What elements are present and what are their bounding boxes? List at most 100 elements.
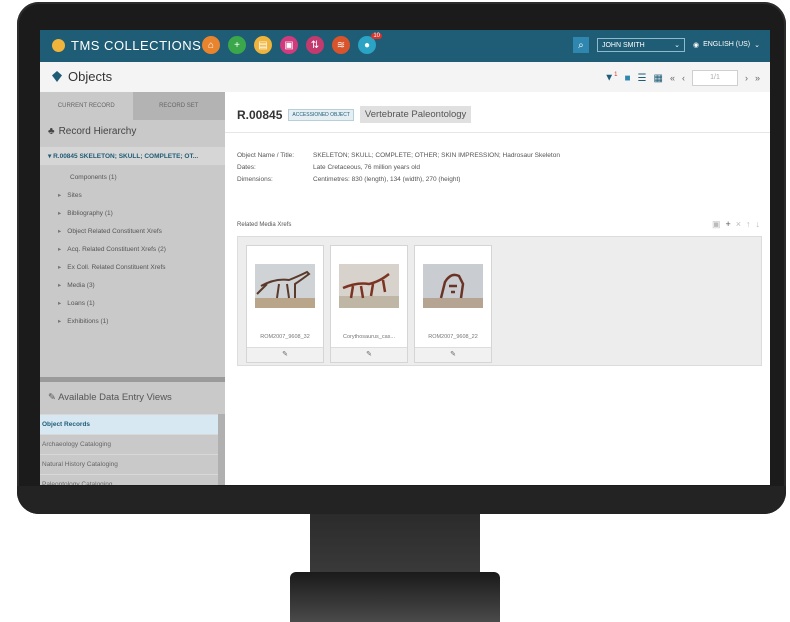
transfer-icon[interactable]: ⇅ xyxy=(306,36,324,54)
objects-module-icon[interactable]: ▤ xyxy=(254,36,272,54)
hierarchy-item-components[interactable]: Components (1) xyxy=(40,169,225,186)
hierarchy-item-acq-constituents[interactable]: ▸ Acq. Related Constituent Xrefs (2) xyxy=(40,240,225,258)
tab-current-record[interactable]: CURRENT RECORD xyxy=(40,92,133,120)
views-scrollbar[interactable] xyxy=(218,414,225,485)
hierarchy-item-bibliography[interactable]: ▸ Bibliography (1) xyxy=(40,204,225,222)
sidebar-tabs: CURRENT RECORD RECORD SET xyxy=(40,92,225,120)
hierarchy-item-label: Bibliography (1) xyxy=(67,210,113,217)
caret-right-icon: ▸ xyxy=(58,264,62,271)
record-detail-panel: R.00845 ACCESSIONED OBJECT Vertebrate Pa… xyxy=(225,92,770,485)
view-item-object-records[interactable]: Object Records xyxy=(40,414,218,434)
caret-right-icon: ▸ xyxy=(58,318,62,325)
caret-right-icon: ▸ xyxy=(58,300,62,307)
media-caption: ROM2007_9608_32 xyxy=(260,334,310,340)
hierarchy-item-label: Acq. Related Constituent Xrefs (2) xyxy=(67,246,166,253)
status-badge: ACCESSIONED OBJECT xyxy=(288,108,354,121)
first-page-icon[interactable]: « xyxy=(670,73,675,83)
hierarchy-item-label: Ex Coll. Related Constituent Xrefs xyxy=(67,264,166,271)
available-views-title: Available Data Entry Views xyxy=(58,392,172,403)
next-page-icon[interactable]: › xyxy=(745,73,748,83)
hierarchy-item-label: Object Related Constituent Xrefs xyxy=(67,228,162,235)
field-label: Dates: xyxy=(237,164,256,171)
field-label: Object Name / Title: xyxy=(237,152,295,159)
hierarchy-item-exhibitions[interactable]: ▸ Exhibitions (1) xyxy=(40,312,225,330)
caret-right-icon: ▸ xyxy=(58,246,62,253)
caret-right-icon: ▸ xyxy=(58,228,62,235)
remove-icon[interactable]: × xyxy=(736,219,741,230)
previous-page-icon[interactable]: ‹ xyxy=(682,73,685,83)
move-down-icon[interactable]: ↓ xyxy=(756,219,761,230)
divider xyxy=(225,132,770,133)
language-dropdown[interactable]: ◉ ENGLISH (US) ⌄ xyxy=(693,41,760,49)
view-item-natural-history[interactable]: Natural History Cataloging xyxy=(40,454,218,474)
tab-record-set[interactable]: RECORD SET xyxy=(132,92,225,120)
language-label: ENGLISH (US) xyxy=(703,41,751,48)
hierarchy-item-object-constituents[interactable]: ▸ Object Related Constituent Xrefs xyxy=(40,222,225,240)
layers-icon[interactable]: ≋ xyxy=(332,36,350,54)
media-card[interactable]: Corythosaurus_cas... ✎ xyxy=(330,245,408,363)
view-item-archaeology[interactable]: Archaeology Cataloging xyxy=(40,434,218,454)
add-icon[interactable]: + xyxy=(228,36,246,54)
brand-title: TMS COLLECTIONS xyxy=(71,38,202,53)
record-hierarchy-heading: ♣ Record Hierarchy xyxy=(40,120,225,143)
search-icon[interactable]: ⌕ xyxy=(572,37,589,53)
edit-media-button[interactable]: ✎ xyxy=(415,347,491,362)
home-icon[interactable]: ⌂ xyxy=(202,36,220,54)
monitor-base xyxy=(290,572,500,622)
record-title-row: R.00845 ACCESSIONED OBJECT Vertebrate Pa… xyxy=(237,106,472,123)
hierarchy-item-media[interactable]: ▸ Media (3) xyxy=(40,276,225,294)
hierarchy-item-label: Sites xyxy=(67,192,82,199)
related-media-gallery: ROM2007_9608_32 ✎ Corythosaurus_cas... ✎ xyxy=(237,236,762,366)
hierarchy-item-excoll-constituents[interactable]: ▸ Ex Coll. Related Constituent Xrefs xyxy=(40,258,225,276)
hierarchy-item-sites[interactable]: ▸ Sites xyxy=(40,186,225,204)
hierarchy-item-label: Loans (1) xyxy=(67,300,95,307)
dinosaur-skeleton-thumbnail xyxy=(255,264,315,308)
edit-media-button[interactable]: ✎ xyxy=(247,347,323,362)
data-entry-views-list: Object Records Archaeology Cataloging Na… xyxy=(40,414,218,485)
sidebar-resize-handle[interactable] xyxy=(40,377,225,382)
sidebar: CURRENT RECORD RECORD SET ♣ Record Hiera… xyxy=(40,92,225,485)
field-dates: Dates: Late Cretaceous, 76 million years… xyxy=(237,164,560,171)
list-view-icon[interactable]: ☰ xyxy=(638,73,647,84)
media-card[interactable]: ROM2007_9608_32 ✎ xyxy=(246,245,324,363)
notifications-icon[interactable]: ● 10 xyxy=(358,33,382,54)
filter-icon[interactable]: ▼1 xyxy=(604,72,617,83)
field-dimensions: Dimensions: Centimetres: 830 (length), 1… xyxy=(237,176,560,183)
module-icon-bar: ⌂ + ▤ ▣ ⇅ ≋ ● 10 xyxy=(202,33,382,54)
field-value: Late Cretaceous, 76 million years old xyxy=(313,164,420,171)
grid-view-icon[interactable]: ▦ xyxy=(654,73,663,84)
edit-icon: ✎ xyxy=(48,392,56,403)
copy-icon[interactable]: ▣ xyxy=(712,219,721,230)
notification-badge: 10 xyxy=(371,33,382,39)
caret-right-icon: ▸ xyxy=(58,210,62,217)
chevron-down-icon: ⌄ xyxy=(674,42,680,49)
caret-right-icon: ▸ xyxy=(58,282,62,289)
hierarchy-item-loans[interactable]: ▸ Loans (1) xyxy=(40,294,225,312)
related-media-heading: Related Media Xrefs xyxy=(237,222,292,228)
monitor-neck xyxy=(310,514,480,574)
department-label: Vertebrate Paleontology xyxy=(359,106,472,123)
available-views-heading: ✎ Available Data Entry Views xyxy=(48,392,172,403)
module-title: Objects xyxy=(52,69,112,84)
brand[interactable]: TMS COLLECTIONS xyxy=(52,38,201,53)
view-toolbar: ▼1 ■ ☰ ▦ « ‹ 1/1 › » xyxy=(604,70,760,86)
top-navigation-bar: TMS COLLECTIONS ⌂ + ▤ ▣ ⇅ ≋ ● 10 ⌕ JOHN … xyxy=(40,30,770,62)
edit-media-button[interactable]: ✎ xyxy=(331,347,407,362)
user-dropdown[interactable]: JOHN SMITH ⌄ xyxy=(596,38,685,52)
hierarchy-root-item[interactable]: ▾ R.00845 SKELETON; SKULL; COMPLETE; OT.… xyxy=(40,147,225,165)
field-object-name: Object Name / Title: SKELETON; SKULL; CO… xyxy=(237,152,560,159)
media-module-icon[interactable]: ▣ xyxy=(280,36,298,54)
add-icon[interactable]: + xyxy=(725,219,730,230)
hierarchy-root-label: R.00845 SKELETON; SKULL; COMPLETE; OT... xyxy=(53,153,199,160)
media-caption: Corythosaurus_cas... xyxy=(343,334,395,340)
dinosaur-skull-thumbnail xyxy=(423,264,483,308)
record-view-icon[interactable]: ■ xyxy=(625,73,631,84)
page-input[interactable]: 1/1 xyxy=(691,70,738,86)
view-item-paleontology[interactable]: Paleontology Cataloging xyxy=(40,474,218,485)
topbar-right: ⌕ JOHN SMITH ⌄ ◉ ENGLISH (US) ⌄ xyxy=(572,37,760,53)
media-card[interactable]: ROM2007_9608_22 ✎ xyxy=(414,245,492,363)
move-up-icon[interactable]: ↑ xyxy=(746,219,751,230)
object-number: R.00845 xyxy=(237,107,283,122)
last-page-icon[interactable]: » xyxy=(755,73,760,83)
module-header: Objects ▼1 ■ ☰ ▦ « ‹ 1/1 › » xyxy=(40,62,770,93)
